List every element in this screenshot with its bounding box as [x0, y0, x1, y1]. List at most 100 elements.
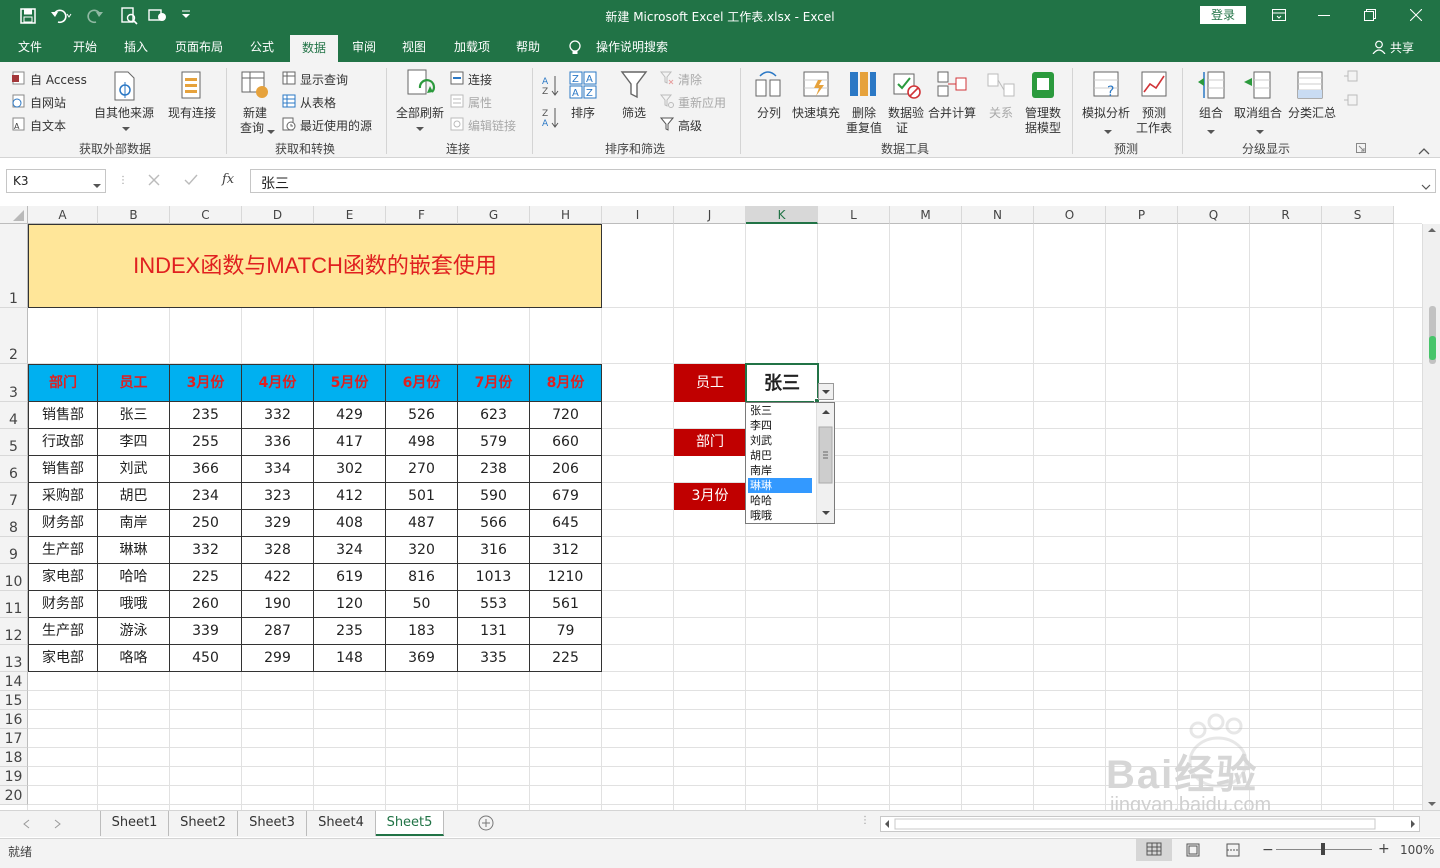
table-cell[interactable]: 660 [530, 429, 602, 456]
table-cell[interactable]: 526 [386, 402, 458, 429]
table-cell[interactable]: 家电部 [28, 645, 98, 672]
table-cell[interactable]: 619 [314, 564, 386, 591]
horizontal-scrollbar[interactable] [880, 816, 1420, 832]
tab-addins[interactable]: 加载项 [446, 32, 498, 62]
table-cell[interactable]: 148 [314, 645, 386, 672]
ungroup-button[interactable]: 取消组合 [1234, 104, 1282, 121]
tab-insert[interactable]: 插入 [114, 32, 158, 62]
column-header-n[interactable]: N [962, 206, 1034, 224]
row-header-18[interactable]: 18 [0, 748, 28, 767]
dropdown-option[interactable]: 哈哈 [748, 493, 812, 508]
table-header-cell[interactable]: 6月份 [386, 364, 458, 402]
table-header-cell[interactable]: 5月份 [314, 364, 386, 402]
tab-review[interactable]: 审阅 [342, 32, 386, 62]
edit-links-button[interactable]: 编辑链接 [468, 117, 516, 134]
row-header-7[interactable]: 7 [0, 483, 28, 510]
what-if-analysis-button[interactable]: 模拟分析 [1082, 104, 1130, 121]
table-cell[interactable]: 323 [242, 483, 314, 510]
table-cell[interactable]: 哈哈 [98, 564, 170, 591]
table-cell[interactable]: 487 [386, 510, 458, 537]
from-access-button[interactable]: 自 Access [30, 71, 87, 88]
row-header-20[interactable]: 20 [0, 786, 28, 805]
table-cell[interactable]: 679 [530, 483, 602, 510]
group-button[interactable]: 组合 [1199, 104, 1223, 121]
table-cell[interactable]: 412 [314, 483, 386, 510]
close-icon[interactable] [1409, 8, 1423, 22]
table-cell[interactable]: 财务部 [28, 591, 98, 618]
relationships-button[interactable]: 关系 [989, 104, 1013, 121]
table-header-cell[interactable]: 8月份 [530, 364, 602, 402]
zoom-out-icon[interactable]: − [1262, 842, 1274, 858]
table-cell[interactable]: 财务部 [28, 510, 98, 537]
from-table-button[interactable]: 从表格 [300, 94, 336, 111]
table-cell[interactable]: 销售部 [28, 456, 98, 483]
column-header-l[interactable]: L [818, 206, 890, 224]
expand-formula-bar-icon[interactable] [1421, 179, 1431, 190]
sheet-tab-5[interactable]: Sheet5 [376, 811, 444, 836]
table-cell[interactable]: 332 [242, 402, 314, 429]
table-cell[interactable]: 590 [458, 483, 530, 510]
flash-fill-button[interactable]: 快速填充 [792, 104, 840, 121]
row-header-8[interactable]: 8 [0, 510, 28, 537]
table-cell[interactable]: 225 [530, 645, 602, 672]
prev-sheet-icon[interactable] [22, 818, 32, 829]
row-header-11[interactable]: 11 [0, 591, 28, 618]
table-cell[interactable]: 287 [242, 618, 314, 645]
table-cell[interactable]: 299 [242, 645, 314, 672]
table-cell[interactable]: 生产部 [28, 537, 98, 564]
row-header-2[interactable]: 2 [0, 308, 28, 364]
new-sheet-icon[interactable] [478, 815, 494, 831]
tab-view[interactable]: 视图 [392, 32, 436, 62]
table-cell[interactable]: 刘武 [98, 456, 170, 483]
sort-button[interactable]: 排序 [571, 104, 595, 121]
subtotal-button[interactable]: 分类汇总 [1288, 104, 1336, 121]
properties-button[interactable]: 属性 [468, 94, 492, 111]
table-cell[interactable]: 422 [242, 564, 314, 591]
row-header-16[interactable]: 16 [0, 710, 28, 729]
row-header-1[interactable]: 1 [0, 224, 28, 308]
undo-icon[interactable] [50, 7, 72, 25]
filter-button[interactable]: 筛选 [622, 104, 646, 121]
table-header-cell[interactable]: 4月份 [242, 364, 314, 402]
text-to-columns-button[interactable]: 分列 [757, 104, 781, 121]
table-cell[interactable]: 324 [314, 537, 386, 564]
table-cell[interactable]: 328 [242, 537, 314, 564]
lookup-label-cell[interactable]: 部门 [674, 429, 746, 456]
table-header-cell[interactable]: 3月份 [170, 364, 242, 402]
recent-sources-button[interactable]: 最近使用的源 [300, 117, 372, 134]
row-header-5[interactable]: 5 [0, 429, 28, 456]
table-cell[interactable]: 1013 [458, 564, 530, 591]
save-icon[interactable] [20, 8, 36, 24]
name-box-dropdown-icon[interactable] [93, 179, 101, 188]
row-header-6[interactable]: 6 [0, 456, 28, 483]
formula-input[interactable]: 张三 [250, 169, 1436, 193]
table-cell[interactable]: 417 [314, 429, 386, 456]
sheet-tab-4[interactable]: Sheet4 [307, 811, 376, 836]
from-other-sources-button[interactable]: 自其他来源 [94, 104, 154, 121]
table-cell[interactable]: 234 [170, 483, 242, 510]
table-cell[interactable]: 南岸 [98, 510, 170, 537]
column-header-h[interactable]: H [530, 206, 602, 224]
zoom-in-icon[interactable]: + [1378, 841, 1390, 857]
table-cell[interactable]: 胡巴 [98, 483, 170, 510]
column-header-m[interactable]: M [890, 206, 962, 224]
table-header-cell[interactable]: 7月份 [458, 364, 530, 402]
touch-mode-icon[interactable] [148, 7, 168, 25]
row-header-14[interactable]: 14 [0, 672, 28, 691]
row-header-4[interactable]: 4 [0, 402, 28, 429]
table-header-cell[interactable]: 部门 [28, 364, 98, 402]
row-header-12[interactable]: 12 [0, 618, 28, 645]
existing-connections-button[interactable]: 现有连接 [168, 104, 216, 121]
table-cell[interactable]: 553 [458, 591, 530, 618]
tab-split-grip[interactable]: ⋮ [860, 815, 870, 826]
vertical-scrollbar[interactable] [1422, 224, 1440, 810]
table-cell[interactable]: 332 [170, 537, 242, 564]
clear-filter-button[interactable]: 清除 [678, 71, 702, 88]
insert-function-button[interactable]: fx [222, 172, 234, 187]
column-header-j[interactable]: J [674, 206, 746, 224]
page-break-view-icon[interactable] [1226, 843, 1240, 857]
table-cell[interactable]: 645 [530, 510, 602, 537]
formula-bar-grip[interactable]: ⋮ [118, 175, 128, 187]
table-cell[interactable]: 335 [458, 645, 530, 672]
ribbon-display-icon[interactable] [1272, 9, 1286, 21]
